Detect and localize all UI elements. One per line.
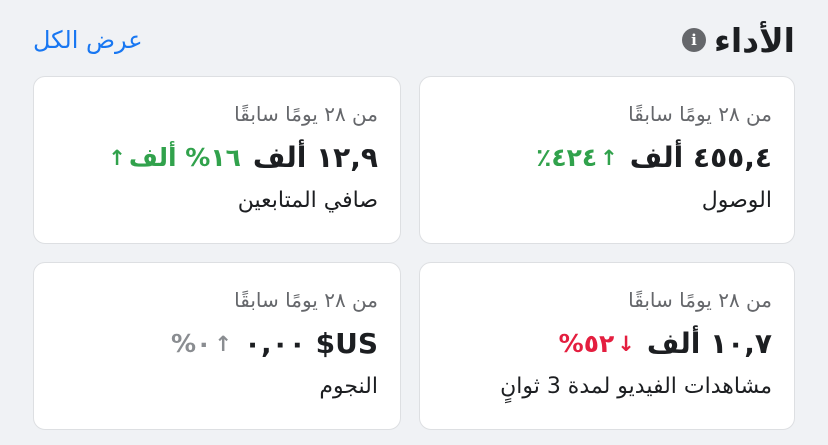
net-followers-card[interactable]: من ٢٨ يومًا سابقًا ١٢,٩ ألف ١٦% ألف ↑ صا… bbox=[33, 76, 401, 244]
video-views-card[interactable]: من ٢٨ يومًا سابقًا ١٠,٧ ألف ↓ ٥٢% مشاهدا… bbox=[419, 262, 795, 430]
delta-value: ٠% bbox=[171, 329, 212, 358]
see-all-link[interactable]: عرض الكل bbox=[33, 26, 143, 54]
arrow-up-icon: ↑ bbox=[108, 146, 126, 170]
metric-name: مشاهدات الفيديو لمدة 3 ثوانٍ bbox=[500, 374, 772, 399]
metric-value: ٤٥٥,٤ ألف bbox=[629, 141, 772, 174]
metric-value: ١٢,٩ ألف bbox=[252, 141, 378, 174]
period-label: من ٢٨ يومًا سابقًا bbox=[234, 288, 378, 312]
value-row: ١٠,٧ ألف ↓ ٥٢% bbox=[442, 326, 772, 362]
delta-value: ٤٢٤٪ bbox=[536, 143, 598, 172]
arrow-down-icon: ↓ bbox=[617, 332, 635, 356]
delta-badge: ↑ ٤٢٤٪ bbox=[536, 140, 618, 176]
metric-value: ١٠,٧ ألف bbox=[646, 327, 772, 360]
period-label: من ٢٨ يومًا سابقًا bbox=[234, 102, 378, 126]
delta-value: ١٦% ألف bbox=[128, 143, 241, 172]
value-row: ١٢,٩ ألف ١٦% ألف ↑ bbox=[56, 140, 378, 176]
value-row: ٤٥٥,٤ ألف ↑ ٤٢٤٪ bbox=[442, 140, 772, 176]
period-label: من ٢٨ يومًا سابقًا bbox=[628, 102, 772, 126]
delta-badge: ↓ ٥٢% bbox=[559, 326, 635, 362]
delta-badge: ١٦% ألف ↑ bbox=[108, 140, 241, 176]
delta-value: ٥٢% bbox=[558, 329, 615, 358]
delta-badge: ↑ ٠% bbox=[171, 326, 232, 362]
arrow-up-icon: ↑ bbox=[600, 146, 618, 170]
period-label: من ٢٨ يومًا سابقًا bbox=[628, 288, 772, 312]
performance-header: الأداء i عرض الكل bbox=[33, 14, 795, 66]
reach-card[interactable]: من ٢٨ يومًا سابقًا ٤٥٥,٤ ألف ↑ ٤٢٤٪ الوص… bbox=[419, 76, 795, 244]
metric-name: صافي المتابعين bbox=[237, 188, 378, 213]
arrow-up-icon: ↑ bbox=[214, 332, 232, 356]
title-group: الأداء i bbox=[681, 20, 795, 60]
metric-name: الوصول bbox=[701, 188, 772, 213]
metrics-grid: من ٢٨ يومًا سابقًا ١٢,٩ ألف ١٦% ألف ↑ صا… bbox=[33, 76, 795, 430]
metric-value: US$ ٠,٠٠ bbox=[243, 327, 378, 360]
metric-name: النجوم bbox=[319, 374, 378, 399]
value-row: US$ ٠,٠٠ ↑ ٠% bbox=[56, 326, 378, 362]
page-title: الأداء bbox=[713, 20, 795, 60]
info-icon[interactable]: i bbox=[681, 28, 706, 52]
stars-card[interactable]: من ٢٨ يومًا سابقًا US$ ٠,٠٠ ↑ ٠% النجوم bbox=[33, 262, 401, 430]
